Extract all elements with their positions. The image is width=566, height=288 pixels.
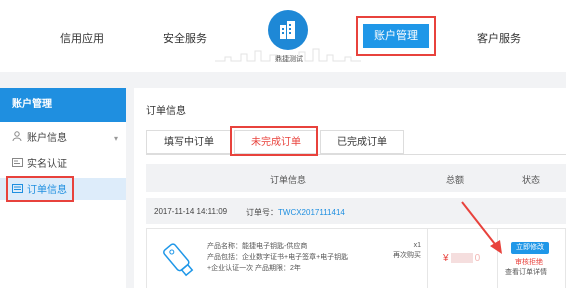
user-icon — [12, 126, 24, 152]
column-total: 总额 — [446, 175, 465, 185]
product-info: 产品名称：能捷电子钥匙-供应商 产品包括：企业数字证书+电子签章+电子钥匙 +企… — [207, 241, 348, 274]
order-date: 2017-11-14 14:11:09 — [154, 207, 228, 216]
tab-filling-orders[interactable]: 填写中订单 — [146, 130, 232, 154]
order-number-value: TWCX2017111414 — [278, 208, 345, 217]
tab-highlight-box — [230, 126, 318, 156]
sidebar-item-label: 实名认证 — [27, 159, 67, 170]
modify-now-button[interactable]: 立即修改 — [511, 242, 549, 254]
status-badge: 审核拒绝 — [515, 259, 543, 266]
order-number-label: 订单号： — [246, 208, 278, 217]
product-package: 产品包括：企业数字证书+电子签章+电子钥匙 — [207, 254, 349, 261]
sidebar-highlight-box — [6, 176, 74, 202]
tab-completed-orders[interactable]: 已完成订单 — [320, 130, 404, 154]
order-number: 订单号：TWCX2017111414 — [246, 207, 345, 218]
nav-highlight-box: 账户管理 — [356, 16, 436, 56]
nav-customer-service[interactable]: 客户服务 — [477, 30, 521, 46]
product-extra: +企业认证一次 产品期限：2年 — [207, 265, 301, 272]
sidebar-item-real-name[interactable]: 实名认证 — [0, 152, 126, 178]
nav-credit-apps[interactable]: 信用应用 — [60, 30, 104, 46]
logo-icon[interactable] — [268, 10, 308, 50]
quantity-block: x1 再次购买 — [377, 241, 421, 261]
column-divider — [427, 229, 428, 288]
view-order-details-link[interactable]: 查看订单详情 — [505, 267, 547, 277]
column-status: 状态 — [522, 175, 541, 185]
product-quantity: x1 — [413, 242, 421, 249]
page-title: 订单信息 — [146, 106, 186, 117]
nav-security-services[interactable]: 安全服务 — [163, 30, 207, 46]
repurchase-link[interactable]: 再次购买 — [377, 251, 421, 261]
annotation-arrow-icon — [461, 201, 502, 254]
logo-text: 鼎捷测试 — [275, 56, 303, 63]
id-card-icon — [12, 152, 24, 178]
sidebar-title: 账户管理 — [0, 88, 126, 122]
usb-key-icon — [161, 239, 197, 281]
price-prefix: ¥ — [443, 253, 449, 264]
table-header: 订单信息 总额 状态 — [146, 164, 566, 192]
sidebar-item-account-info[interactable]: 账户信息 ▾ — [0, 126, 126, 152]
nav-account-management[interactable]: 账户管理 — [363, 24, 429, 48]
column-order-info: 订单信息 — [270, 175, 307, 185]
top-navigation: 信用应用 安全服务 鼎捷测试 账户管理 客户服务 — [0, 0, 566, 72]
main-panel: 订单信息 填写中订单 未完成订单 已完成订单 订单信息 总额 状态 2017-1… — [134, 88, 566, 288]
product-name: 产品名称：能捷电子钥匙-供应商 — [207, 243, 308, 250]
sidebar: 账户管理 账户信息 ▾ 实名认证 订单信息 — [0, 88, 126, 288]
sidebar-item-label: 账户信息 — [27, 133, 67, 144]
chevron-down-icon: ▾ — [113, 134, 118, 143]
